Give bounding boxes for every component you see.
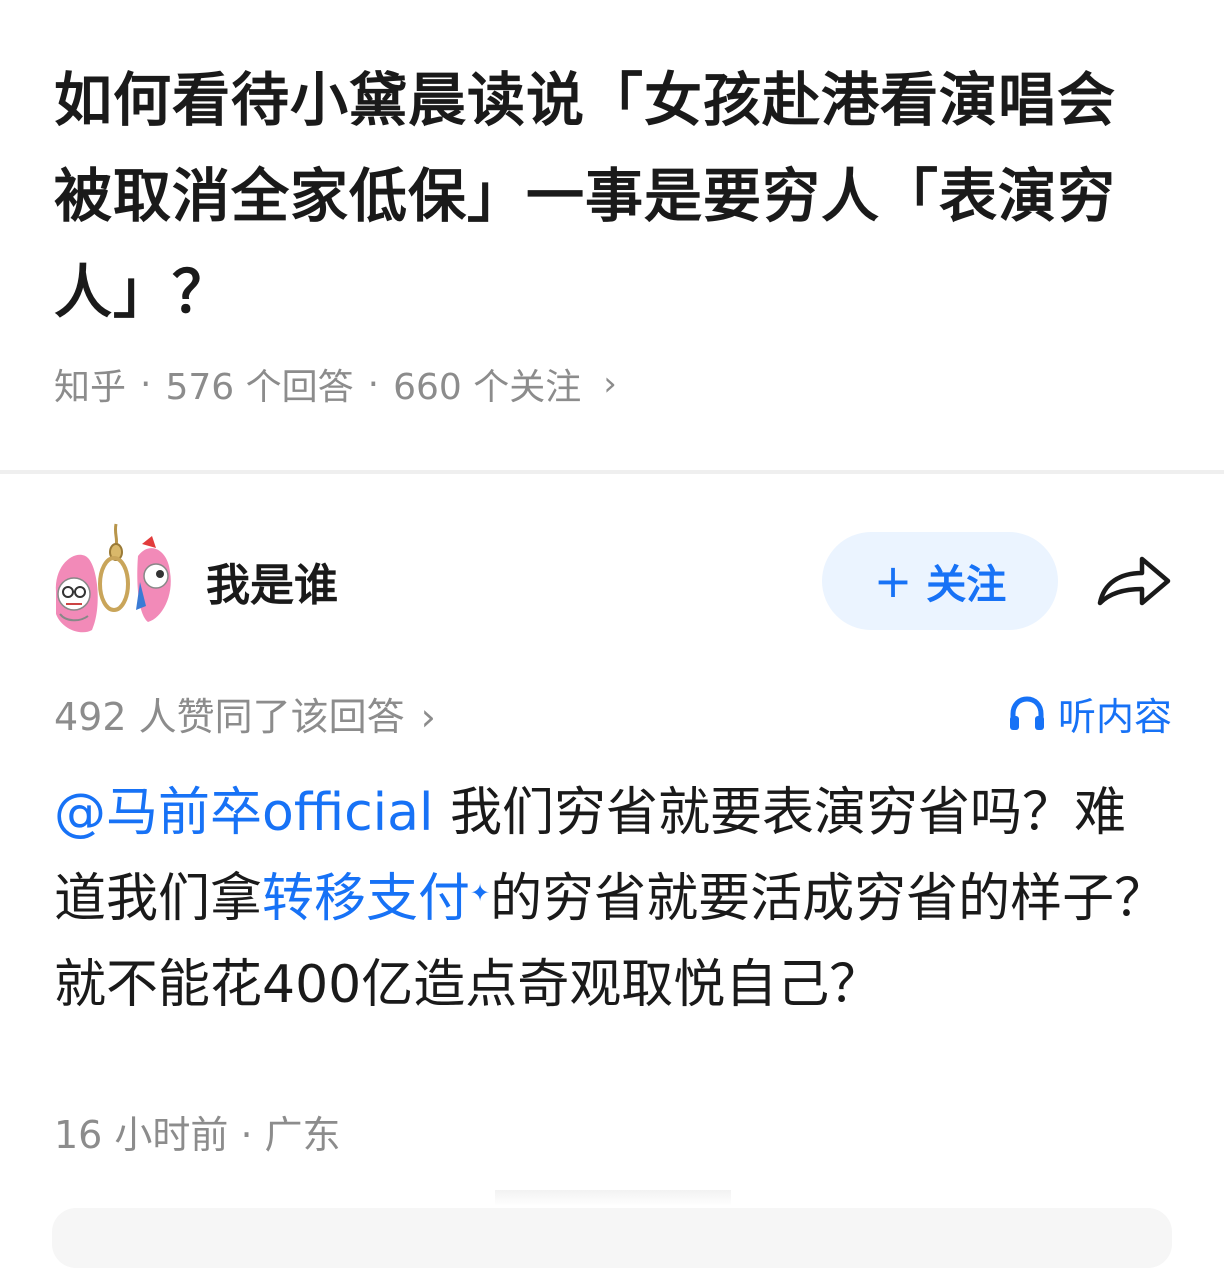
question-source: 知乎 — [54, 367, 127, 408]
follow-button[interactable]: + 关注 — [822, 532, 1058, 630]
question-meta[interactable]: 知乎 · 576 个回答 · 660 个关注 › — [54, 358, 1170, 410]
meta-separator: · — [367, 363, 380, 405]
follower-count: 660 个关注 — [393, 367, 582, 408]
plus-icon: + — [873, 554, 913, 608]
answer-count: 576 个回答 — [165, 367, 354, 408]
headphones-icon — [1009, 695, 1044, 730]
cartoon-avatar-icon[interactable] — [52, 522, 176, 640]
scroll-shadow — [495, 1190, 731, 1206]
listen-button[interactable]: 听内容 — [1008, 686, 1172, 741]
keyword-link[interactable]: 转移支付✦ — [262, 869, 490, 929]
answer-header: 我是谁 + 关注 — [52, 522, 1172, 640]
section-divider — [0, 470, 1224, 474]
question-section: 如何看待小黛晨读说「女孩赴港看演唱会被取消全家低保」一事是要穷人「表演穷人」？ … — [0, 0, 1224, 418]
next-card — [52, 1208, 1172, 1268]
question-title[interactable]: 如何看待小黛晨读说「女孩赴港看演唱会被取消全家低保」一事是要穷人「表演穷人」？ — [54, 52, 1170, 340]
follow-label: 关注 — [926, 562, 1007, 608]
chevron-right-icon: › — [420, 695, 436, 739]
author-name[interactable]: 我是谁 — [206, 549, 822, 613]
vote-summary[interactable]: 492 人赞同了该回答 › — [54, 686, 436, 741]
user-mention-link[interactable]: @马前卒official — [54, 783, 433, 843]
chevron-right-icon: › — [603, 364, 617, 404]
answer-meta: 492 人赞同了该回答 › 听内容 — [54, 686, 1172, 741]
post-location: 广东 — [264, 1113, 341, 1157]
meta-separator: · — [240, 1113, 253, 1157]
sparkle-icon: ✦ — [470, 879, 491, 907]
vote-count: 492 人赞同了该回答 — [54, 695, 405, 739]
share-arrow-icon[interactable] — [1096, 551, 1172, 611]
listen-label: 听内容 — [1057, 695, 1172, 739]
post-time: 16 小时前 — [54, 1113, 229, 1157]
keyword-link-text: 转移支付 — [262, 869, 471, 929]
answer-footer: 16 小时前 · 广东 — [54, 1104, 341, 1159]
meta-separator: · — [140, 363, 152, 405]
answer-body: @马前卒official 我们穷省就要表演穷省吗？难道我们拿转移支付✦的穷省就要… — [54, 770, 1174, 1028]
